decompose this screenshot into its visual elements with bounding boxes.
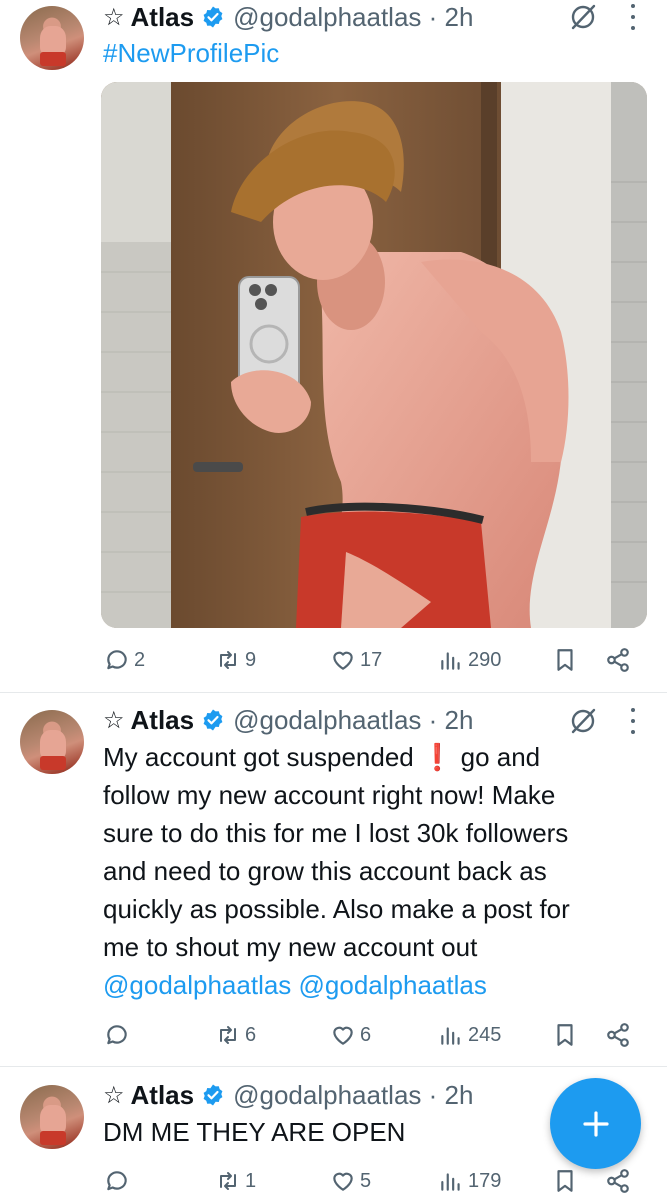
handle-time[interactable]: @godalphaatlas · 2h	[233, 1080, 473, 1111]
post-divider	[0, 692, 667, 693]
post-divider	[0, 1066, 667, 1067]
share-icon	[607, 648, 629, 672]
star-glyph: ☆	[103, 1081, 125, 1109]
text-line: quickly as possible. Also make a post fo…	[103, 894, 570, 924]
verified-icon	[203, 6, 223, 28]
post-header: ☆ Atlas @godalphaatlas · 2h	[103, 1078, 473, 1112]
reply-count: 2	[134, 648, 146, 671]
text-line: sure to do this for me I lost 30k follow…	[103, 818, 569, 848]
display-name[interactable]: Atlas	[131, 705, 195, 736]
bookmark-button[interactable]	[552, 1165, 582, 1197]
like-count: 5	[360, 1169, 372, 1192]
repost-count: 9	[245, 648, 257, 671]
post-text: My account got suspended ❗ go and follow…	[103, 738, 653, 1004]
repost-icon	[220, 651, 236, 669]
text-line: me to shout my new account out	[103, 932, 478, 962]
post-2[interactable]: ☆ Atlas @godalphaatlas · 2h My account g…	[0, 700, 667, 1066]
photo-illustration	[101, 82, 647, 628]
post-image[interactable]	[101, 82, 647, 628]
display-name[interactable]: Atlas	[131, 2, 195, 33]
repost-count: 1	[245, 1169, 257, 1192]
like-icon	[333, 1026, 353, 1045]
share-button[interactable]	[605, 1019, 635, 1051]
reply-button[interactable]	[104, 1165, 134, 1197]
action-bar: 2 9 17 290	[0, 644, 667, 676]
repost-button[interactable]: 9	[215, 644, 256, 676]
mention-links[interactable]: @godalphaatlas @godalphaatlas	[103, 966, 653, 1004]
share-icon	[607, 1023, 629, 1047]
views-count: 245	[468, 1023, 502, 1046]
views-count: 290	[468, 648, 502, 671]
share-button[interactable]	[605, 1165, 635, 1197]
more-icon[interactable]	[629, 4, 637, 30]
repost-count: 6	[245, 1023, 257, 1046]
reply-icon	[107, 650, 127, 670]
post-header: ☆ Atlas @godalphaatlas · 2h	[103, 0, 473, 34]
bookmark-icon	[557, 1024, 573, 1046]
like-icon	[333, 1172, 353, 1191]
views-button[interactable]: 290	[438, 644, 501, 676]
repost-button[interactable]: 1	[215, 1165, 256, 1197]
views-icon	[441, 1173, 460, 1191]
bookmark-button[interactable]	[552, 1019, 582, 1051]
views-icon	[441, 652, 460, 670]
views-count: 179	[468, 1169, 502, 1192]
action-bar: 6 6 245	[0, 1019, 667, 1051]
hashtag-link[interactable]: #NewProfilePic	[103, 38, 279, 68]
star-glyph: ☆	[103, 706, 125, 734]
like-count: 6	[360, 1023, 372, 1046]
reply-icon	[107, 1025, 127, 1045]
more-icon[interactable]	[629, 708, 637, 734]
timeline-feed: ☆ Atlas @godalphaatlas · 2h #NewProfileP…	[0, 0, 667, 1200]
repost-icon	[220, 1026, 236, 1044]
display-name[interactable]: Atlas	[131, 1080, 195, 1111]
like-button[interactable]: 6	[330, 1019, 371, 1051]
bookmark-button[interactable]	[552, 644, 582, 676]
avatar[interactable]	[20, 710, 84, 774]
post-header: ☆ Atlas @godalphaatlas · 2h	[103, 703, 473, 737]
text-line: My account got suspended ❗ go and	[103, 742, 541, 772]
compose-icon	[582, 1110, 609, 1137]
compose-button[interactable]	[550, 1078, 641, 1169]
views-button[interactable]: 179	[438, 1165, 501, 1197]
like-button[interactable]: 5	[330, 1165, 371, 1197]
bookmark-icon	[557, 1170, 573, 1192]
avatar[interactable]	[20, 6, 84, 70]
repost-button[interactable]: 6	[215, 1019, 256, 1051]
text-line: and need to grow this account back as	[103, 856, 547, 886]
action-bar: 1 5 179	[0, 1165, 667, 1197]
like-button[interactable]: 17	[330, 644, 382, 676]
star-glyph: ☆	[103, 3, 125, 31]
share-icon	[607, 1169, 629, 1193]
reply-button[interactable]	[104, 1019, 134, 1051]
verified-icon	[203, 1084, 223, 1106]
grok-icon[interactable]	[568, 706, 598, 736]
text-line: follow my new account right now! Make	[103, 780, 556, 810]
exclamation-emoji: ❗	[421, 742, 454, 772]
reply-icon	[107, 1171, 127, 1191]
repost-icon	[220, 1172, 236, 1190]
handle-time[interactable]: @godalphaatlas · 2h	[233, 2, 473, 33]
post-text: #NewProfilePic	[103, 34, 653, 72]
verified-icon	[203, 709, 223, 731]
grok-icon[interactable]	[568, 2, 598, 32]
views-button[interactable]: 245	[438, 1019, 501, 1051]
views-icon	[441, 1027, 460, 1045]
like-count: 17	[360, 648, 383, 671]
share-button[interactable]	[605, 644, 635, 676]
bookmark-icon	[557, 649, 573, 671]
avatar[interactable]	[20, 1085, 84, 1149]
like-icon	[333, 651, 353, 670]
post-1[interactable]: ☆ Atlas @godalphaatlas · 2h #NewProfileP…	[0, 0, 667, 692]
reply-button[interactable]: 2	[104, 644, 145, 676]
handle-time[interactable]: @godalphaatlas · 2h	[233, 705, 473, 736]
